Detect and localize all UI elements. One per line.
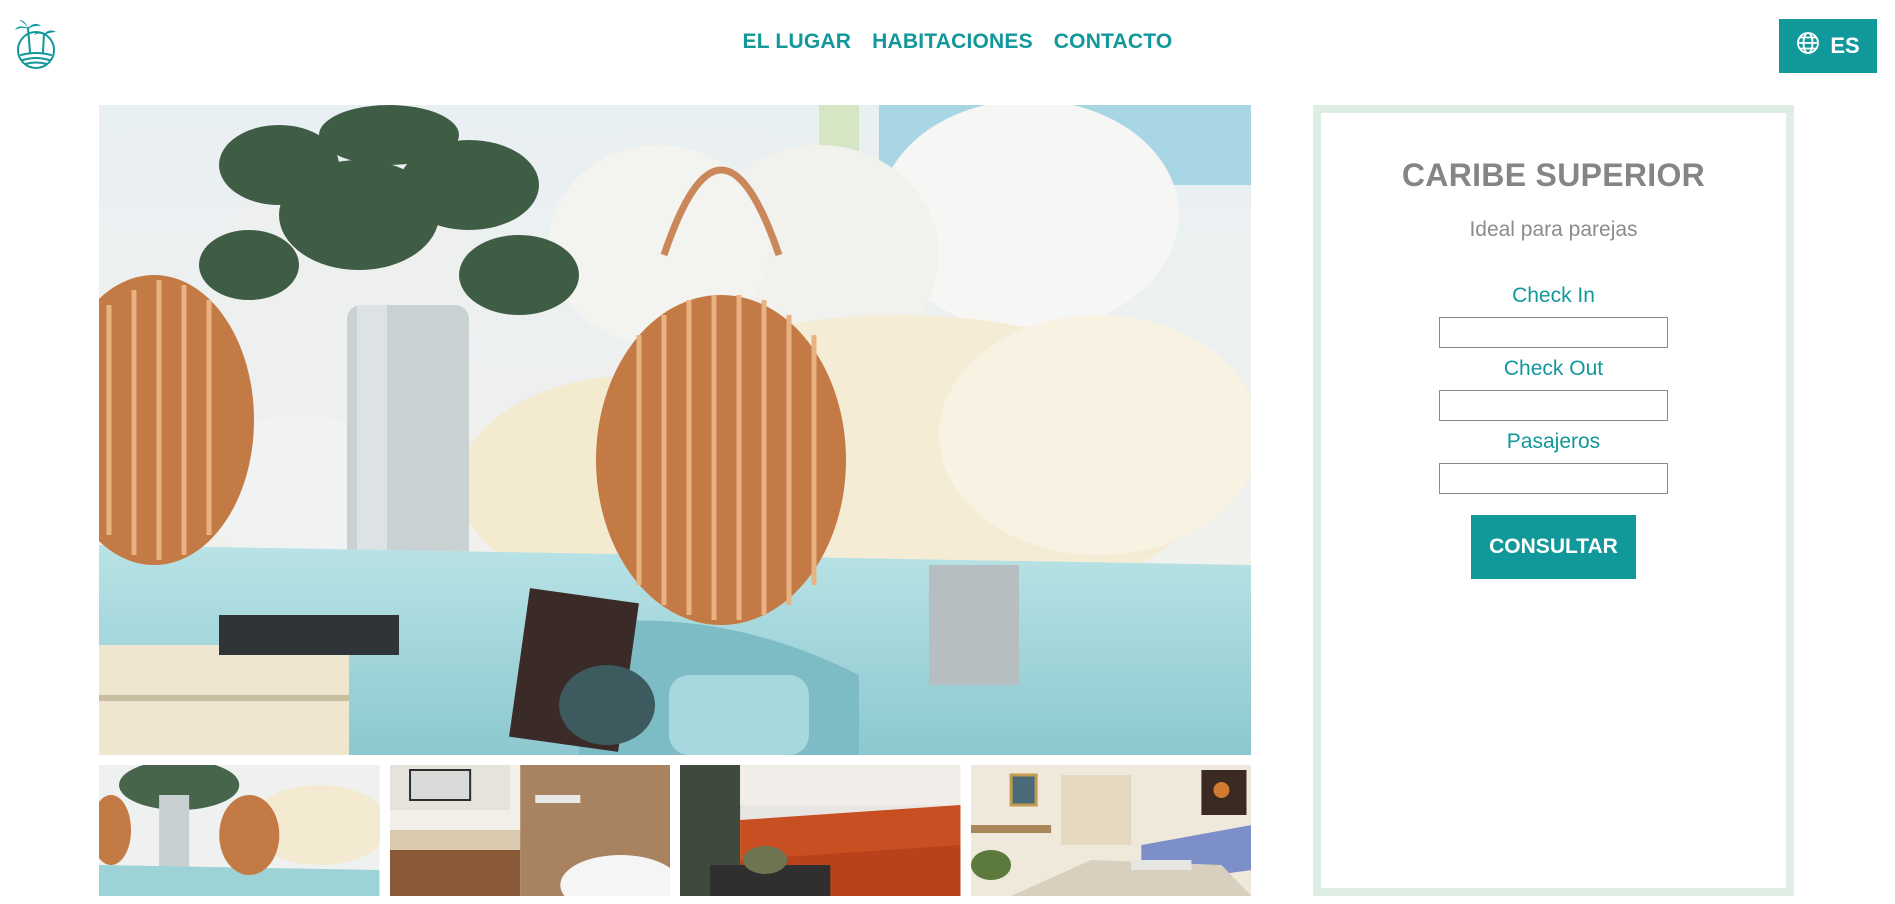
check-out-input[interactable]: [1439, 390, 1668, 421]
thumbnail-strip: [99, 765, 1251, 896]
thumbnail-orange-sofa[interactable]: [680, 765, 961, 896]
guests-label: Pasajeros: [1506, 430, 1601, 453]
room-title: CARIBE SUPERIOR: [1401, 157, 1706, 193]
room-subtitle: Ideal para parejas: [1469, 218, 1638, 241]
main-nav: EL LUGAR HABITACIONES CONTACTO: [0, 30, 1895, 54]
thumbnail-living-room[interactable]: [99, 765, 380, 896]
nav-el-lugar[interactable]: EL LUGAR: [743, 30, 852, 54]
nav-habitaciones[interactable]: HABITACIONES: [872, 30, 1033, 54]
check-in-input[interactable]: [1439, 317, 1668, 348]
consultar-button[interactable]: CONSULTAR: [1471, 515, 1636, 579]
language-button[interactable]: ES: [1779, 19, 1877, 73]
guests-input[interactable]: [1439, 463, 1668, 494]
nav-contacto[interactable]: CONTACTO: [1054, 30, 1173, 54]
thumbnail-living-dining[interactable]: [970, 765, 1251, 896]
thumbnail-bathroom[interactable]: [389, 765, 670, 896]
booking-panel: CARIBE SUPERIOR Ideal para parejas Check…: [1313, 105, 1794, 896]
check-in-label: Check In: [1512, 284, 1595, 307]
main-room-photo: [99, 105, 1251, 755]
globe-icon: [1796, 31, 1820, 61]
language-label: ES: [1830, 33, 1860, 58]
check-out-label: Check Out: [1503, 357, 1604, 380]
